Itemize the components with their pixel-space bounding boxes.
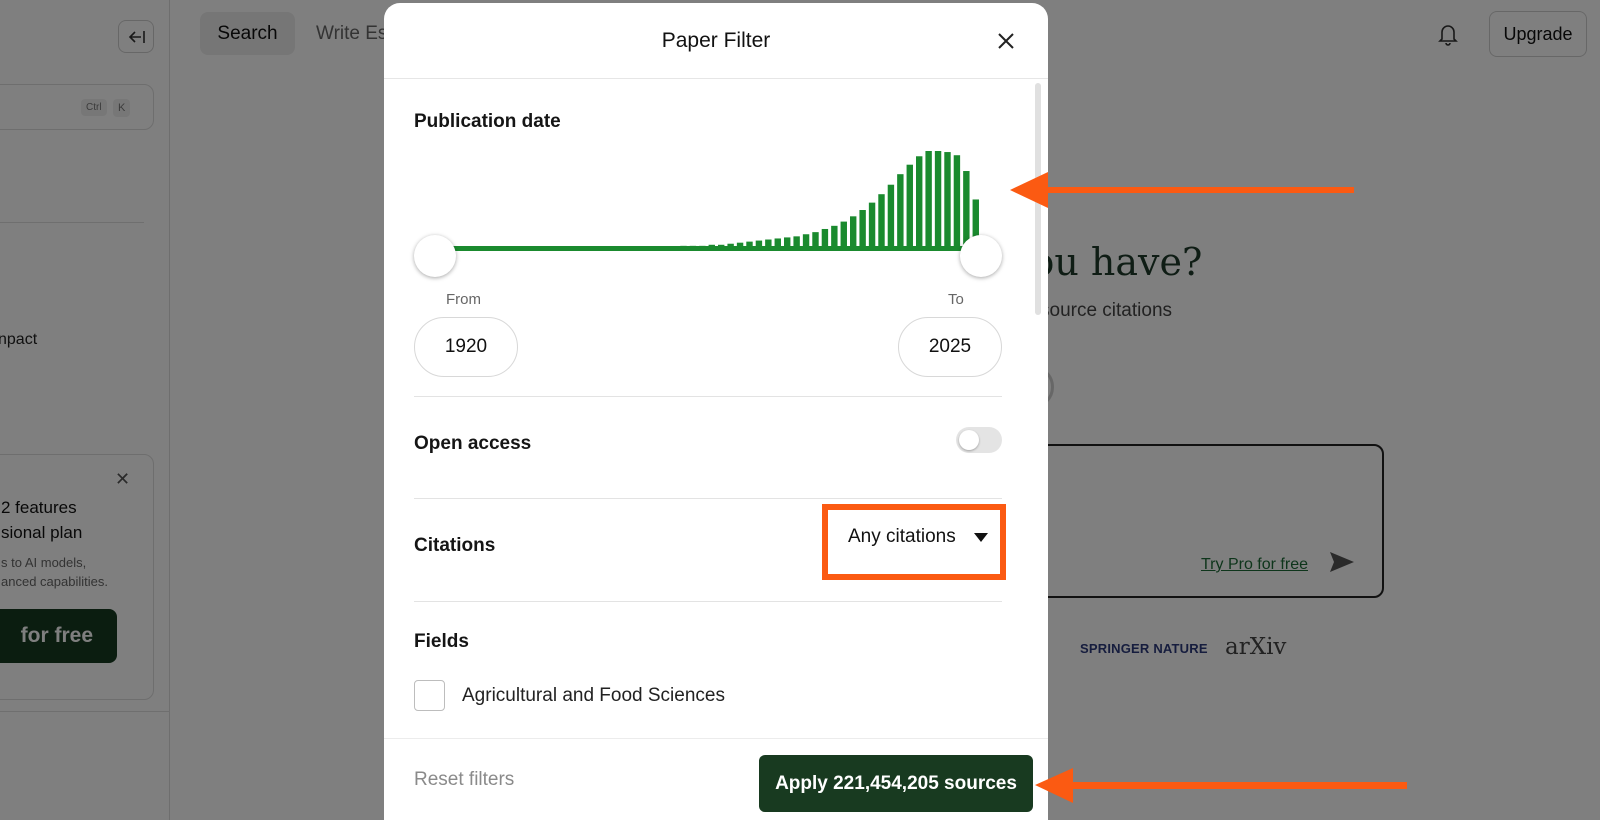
- to-year-input[interactable]: 2025: [898, 317, 1002, 377]
- annotation-arrow-apply: [1035, 768, 1407, 803]
- paper-filter-modal: Paper Filter Publication date From To 19…: [384, 3, 1048, 820]
- histogram-bar: [906, 164, 913, 249]
- annotation-arrow-histogram: [1010, 172, 1354, 208]
- field-label-agricultural: Agricultural and Food Sciences: [462, 685, 725, 706]
- histogram-bar: [944, 152, 951, 249]
- histogram-bar: [859, 210, 866, 249]
- histogram-bar: [868, 202, 876, 249]
- field-checkbox-agricultural[interactable]: [414, 680, 445, 711]
- close-icon[interactable]: [996, 31, 1016, 56]
- histogram-bar: [963, 171, 970, 249]
- open-access-label: Open access: [414, 433, 532, 454]
- histogram-bar: [887, 184, 895, 249]
- reset-filters-button[interactable]: Reset filters: [414, 769, 514, 791]
- to-label: To: [948, 291, 964, 308]
- range-end-handle[interactable]: [960, 235, 1002, 277]
- histogram-bar: [897, 174, 904, 249]
- histogram-bar: [850, 216, 857, 249]
- divider: [414, 396, 1002, 397]
- citations-selected-value: Any citations: [848, 526, 956, 547]
- divider: [414, 498, 1002, 499]
- citations-dropdown[interactable]: Any citations: [848, 526, 988, 548]
- publication-date-label: Publication date: [414, 111, 561, 132]
- divider: [414, 601, 1002, 602]
- open-access-toggle[interactable]: [956, 427, 1002, 453]
- histogram-bar: [878, 194, 885, 249]
- histogram-bar: [925, 151, 932, 249]
- toggle-knob: [959, 430, 979, 450]
- from-label: From: [446, 291, 481, 308]
- histogram-bar: [934, 151, 942, 249]
- range-start-handle[interactable]: [414, 235, 456, 277]
- apply-button[interactable]: Apply 221,454,205 sources: [759, 755, 1033, 812]
- from-year-input[interactable]: 1920: [414, 317, 518, 377]
- histogram-bar: [840, 221, 847, 249]
- histogram-bar: [916, 156, 923, 249]
- caret-down-icon: [973, 532, 988, 542]
- date-range-track: [434, 246, 974, 251]
- fields-label: Fields: [414, 631, 469, 652]
- citations-label: Citations: [414, 535, 496, 556]
- modal-title: Paper Filter: [661, 29, 771, 52]
- modal-footer: Reset filters Apply 221,454,205 sources: [384, 738, 1048, 820]
- publication-histogram: [454, 151, 979, 249]
- modal-header: Paper Filter: [384, 3, 1048, 79]
- histogram-bar: [953, 155, 961, 249]
